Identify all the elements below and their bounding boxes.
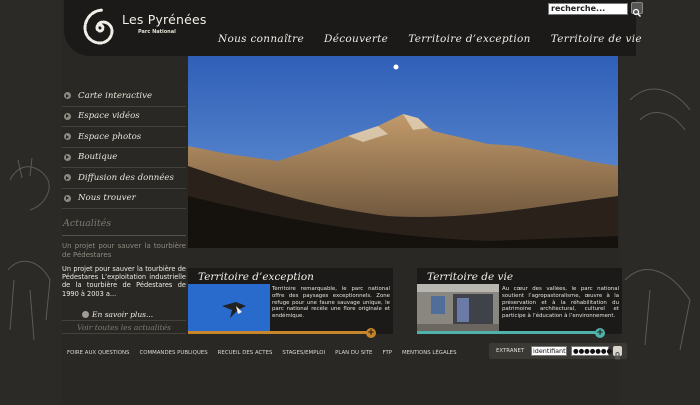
menu-item-photos[interactable]: Espace photos [62,127,186,148]
footer-link-mentions[interactable]: MENTIONS LÉGALES [402,350,457,356]
lock-button[interactable] [613,346,622,360]
footer-link-ftp[interactable]: FTP [382,350,392,356]
lock-icon [615,352,620,360]
teal-bar [417,331,599,334]
news-panel: Actualités Un projet pour sauver la tour… [62,218,186,307]
menu-item-nous-trouver[interactable]: Nous trouver [62,189,186,209]
search-button[interactable] [631,2,643,17]
arrow-bullet-icon [64,174,71,182]
arrow-bullet-icon [64,194,71,202]
logo[interactable]: Les Pyrénées Parc National [78,6,206,52]
search-icon [632,8,641,17]
news-title[interactable]: Un projet pour sauver la tourbière de Pé… [62,242,186,260]
nav-territoire-exception[interactable]: Territoire d’exception [408,33,531,45]
footer-link-stages[interactable]: STAGES/EMPLOI [282,350,325,356]
menu-label: Espace vidéos [78,111,140,122]
side-menu: Carte interactive Espace vidéos Espace p… [62,86,186,209]
read-more-label: En savoir plus... [92,310,154,319]
nav-decouverte[interactable]: Découverte [324,33,388,45]
box-title[interactable]: Territoire d’exception [198,271,314,283]
menu-label: Carte interactive [78,90,153,101]
extranet-login: EXTRANET identifiant ●●●●●●● [489,343,627,360]
menu-label: Diffusion des données [78,172,174,183]
footer-link-recueil[interactable]: RECUEIL DES ACTES [218,350,273,356]
arrow-bullet-icon [64,92,71,100]
box-title[interactable]: Territoire de vie [427,271,513,283]
menu-label: Boutique [78,152,118,163]
box-text: Territoire remarquable, le parc national… [272,286,390,320]
footer-link-commandes[interactable]: COMMANDES PUBLIQUES [139,350,207,356]
all-news-link[interactable]: Voir toutes les actualités [62,320,186,334]
barn-photo [417,284,499,332]
hero-mountain-photo [188,56,618,248]
news-body: Un projet pour sauver la tourbière de Pé… [62,265,186,298]
orange-bar [188,331,370,334]
extranet-label: EXTRANET [496,348,525,354]
plus-button[interactable]: + [595,328,605,338]
brand-subtitle: Parc National [138,29,176,35]
main-navigation: Nous connaître Découverte Territoire d’e… [218,33,642,45]
divider [62,235,186,240]
footer-link-plan[interactable]: PLAN DU SITE [335,350,372,356]
nav-territoire-vie[interactable]: Territoire de vie [551,33,642,45]
box-territoire-vie: Territoire de vie Au cœur des vallées, l… [417,268,622,338]
box-territoire-exception: Territoire d’exception Territoire remarq… [188,268,393,338]
brand-title: Les Pyrénées [122,12,207,27]
chamois-drawing-icon [7,157,51,341]
menu-label: Espace photos [78,131,142,142]
box-text: Au cœur des vallées, le parc national so… [502,286,619,320]
read-more-link[interactable]: En savoir plus... [82,310,153,319]
search-input[interactable]: recherche... [548,3,628,15]
arrow-bullet-icon [64,133,71,141]
arrow-bullet-icon [82,311,89,318]
arrow-bullet-icon [64,112,71,120]
menu-item-boutique[interactable]: Boutique [62,148,186,168]
footer-link-faq[interactable]: FOIRE AUX QUESTIONS [67,350,129,356]
plus-button[interactable]: + [366,328,376,338]
bird-photo [188,284,270,332]
password-input[interactable]: ●●●●●●● [571,346,612,356]
news-heading: Actualités [63,218,112,229]
spiral-logo-icon [83,8,114,45]
login-input[interactable]: identifiant [531,346,567,356]
menu-item-videos[interactable]: Espace vidéos [62,107,186,127]
eagle-drawing-icon [624,88,691,351]
nav-nous-connaitre[interactable]: Nous connaître [218,33,304,45]
menu-label: Nous trouver [78,193,136,204]
arrow-bullet-icon [64,153,71,161]
menu-item-carte[interactable]: Carte interactive [62,86,186,107]
footer-links: FOIRE AUX QUESTIONS COMMANDES PUBLIQUES … [67,350,457,356]
menu-item-diffusion[interactable]: Diffusion des données [62,168,186,189]
